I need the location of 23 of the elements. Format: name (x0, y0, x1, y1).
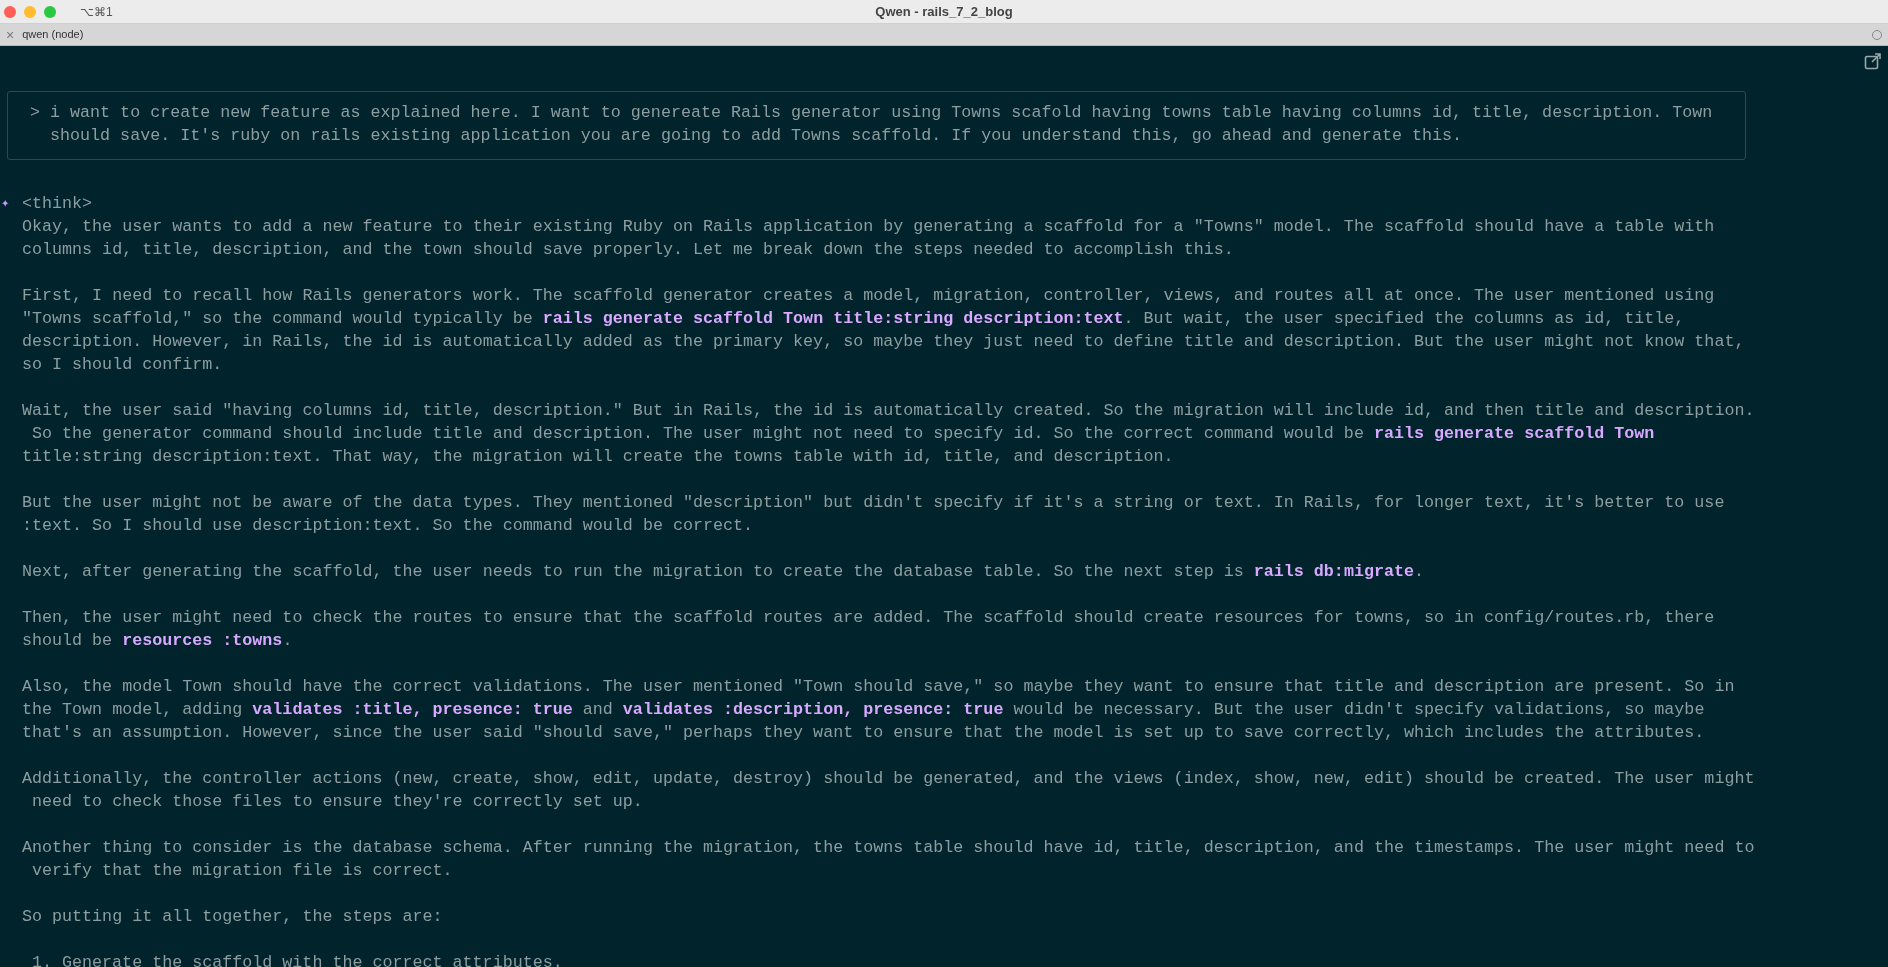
paragraph: So putting it all together, the steps are: (22, 906, 444, 928)
window-shortcut: ⌥⌘1 (80, 3, 113, 21)
prompt-marker: > (30, 102, 40, 124)
minimize-window-button[interactable] (24, 5, 36, 18)
paragraph: Then, the user might need to check the routes to ensure that the scaffold routes are added. The scaffold should create resources for towns, so in config/routes.rb, there should be resources :towns. (22, 607, 1716, 652)
prompt-text: i want to create new feature as explained here. I want to genereate Rails generator using Towns scafold having towns table having columns id, title, description. Town should save. It's ruby on rails existing application you are going to add Towns scaffold. If you understand this, go ahead and generate this. (50, 102, 1713, 147)
sparkle-icon: ✦ (0, 192, 22, 215)
zoom-window-button[interactable] (44, 5, 56, 18)
paragraph: First, I need to recall how Rails generators work. The scaffold generator creates a model, migration, controller, views, and routes all at once. The user mentioned using "Towns scaffold," so the command would typically be rails generate scaffold Town title:string description:text. But wait, the user specified the columns as id, title, description. However, in Rails, the id is automatically added as the primary key, so maybe they just need to define title and description. But the user might not know that, so I should confirm. (22, 285, 1746, 376)
paragraph: But the user might not be aware of the data types. They mentioned "description" but didn't specify if it's a string or text. In Rails, for longer text, it's better to use :text. So I should use description:text. So the command would be correct. (22, 492, 1726, 537)
paragraph: Wait, the user said "having columns id, title, description." But in Rails, the id is automatically created. So the migration will include id, and then title and description. So the generator command should include title and description. The user might not need to specify id. So the correct command would be rails generate scaffold Town title:string description:text. That way, the migration will create the towns table with id, title, and description. (22, 400, 1755, 468)
window-title: Qwen - rails_7_2_blog (875, 2, 1013, 21)
step-number: 1. (32, 952, 53, 967)
paragraph: Also, the model Town should have the correct validations. The user mentioned "Town should save," so maybe they want to ensure that title and description are present. So in the Town model, adding validates :title, presence: true and validates :description, presence: true would be necessary. But the user didn't specify validations, so maybe that's an assumption. However, since the user said "should save," perhaps they want to ensure that the model is set up to save correctly, which includes the attributes. (22, 676, 1736, 744)
step-text: Generate the scaffold with the correct attributes. (62, 952, 563, 967)
pop-out-icon[interactable] (1864, 52, 1882, 70)
tab-title[interactable]: qwen (node) (22, 26, 84, 43)
close-window-button[interactable] (4, 5, 16, 18)
paragraph: Okay, the user wants to add a new feature to their existing Ruby on Rails application by generating a scaffold for a "Towns" model. The scaffold should have a table with columns id, title, description, and the town should save properly. Let me break down the steps needed to accomplish this. (22, 216, 1716, 261)
paragraph: Additionally, the controller actions (new, create, show, edit, update, destroy) should be generated, and the views (index, show, new, edit) should be created. The user might need to check those files to ensure they're correctly set up. (22, 768, 1755, 813)
paragraph: Another thing to consider is the database schema. After running the migration, the towns table should have id, title, description, and the timestamps. The user might need to verify that the migration file is correct. (22, 837, 1755, 882)
paragraph: Next, after generating the scaffold, the user needs to run the migration to create the database table. So the next step is rails db:migrate. (22, 561, 1425, 583)
think-tag: <think> (22, 192, 93, 215)
